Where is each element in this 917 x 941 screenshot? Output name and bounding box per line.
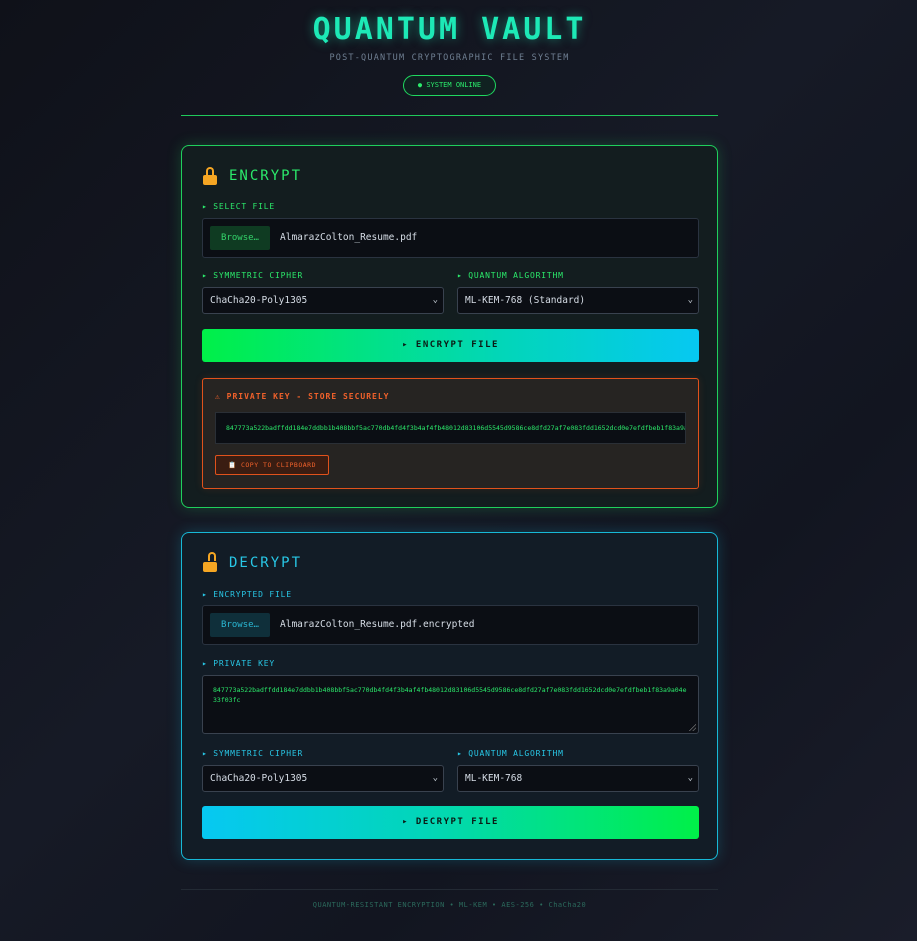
decrypt-algorithm-select[interactable]: ML-KEM-768 ⌄ <box>457 765 699 792</box>
page-subtitle: POST-QUANTUM CRYPTOGRAPHIC FILE SYSTEM <box>329 53 570 63</box>
encrypt-algorithm-label: ▸ QUANTUM ALGORITHM <box>457 271 564 280</box>
encrypt-panel: ENCRYPT ▸ SELECT FILE Browse… AlmarazCol… <box>181 145 718 508</box>
decrypt-algorithm-value: ML-KEM-768 <box>465 773 523 784</box>
encrypt-algorithm-select[interactable]: ML-KEM-768 (Standard) ⌄ <box>457 287 699 314</box>
private-key-textarea[interactable]: 847773a522badffdd184e7ddbb1b408bbf5ac770… <box>202 675 699 734</box>
encrypt-file-input[interactable]: Browse… AlmarazColton_Resume.pdf <box>202 218 699 258</box>
chevron-down-icon: ⌄ <box>432 773 438 783</box>
encrypt-cipher-value: ChaCha20-Poly1305 <box>210 295 308 306</box>
lock-icon <box>203 167 217 185</box>
status-badge: ● SYSTEM ONLINE <box>403 75 496 96</box>
select-file-label: ▸ SELECT FILE <box>202 202 276 211</box>
decrypt-title: DECRYPT <box>229 555 303 571</box>
decrypt-algorithm-label: ▸ QUANTUM ALGORITHM <box>457 749 564 758</box>
chevron-down-icon: ⌄ <box>687 773 693 783</box>
footer-divider <box>181 889 718 890</box>
encrypt-cipher-select[interactable]: ChaCha20-Poly1305 ⌄ <box>202 287 444 314</box>
encrypt-file-name: AlmarazColton_Resume.pdf <box>280 232 418 243</box>
decrypt-cipher-label: ▸ SYMMETRIC CIPHER <box>202 749 304 758</box>
resize-handle-icon[interactable] <box>689 724 696 731</box>
decrypt-file-button[interactable]: ▸ DECRYPT FILE <box>202 806 699 839</box>
encrypt-title: ENCRYPT <box>229 168 303 184</box>
encrypt-algorithm-value: ML-KEM-768 (Standard) <box>465 295 586 306</box>
decrypt-browse-button[interactable]: Browse… <box>210 613 270 637</box>
decrypt-file-input[interactable]: Browse… AlmarazColton_Resume.pdf.encrypt… <box>202 605 699 645</box>
decrypt-cipher-value: ChaCha20-Poly1305 <box>210 773 308 784</box>
page-title: QUANTUM VAULT <box>312 12 587 47</box>
chevron-down-icon: ⌄ <box>432 295 438 305</box>
decrypt-header: DECRYPT <box>203 552 303 573</box>
encrypt-file-button[interactable]: ▸ ENCRYPT FILE <box>202 329 699 362</box>
private-key-textarea-value: 847773a522badffdd184e7ddbb1b408bbf5ac770… <box>213 686 687 704</box>
private-key-label: ▸ PRIVATE KEY <box>202 659 276 668</box>
chevron-down-icon: ⌄ <box>687 295 693 305</box>
private-key-box: ⚠ PRIVATE KEY - STORE SECURELY 847773a52… <box>202 378 699 489</box>
encrypt-browse-button[interactable]: Browse… <box>210 226 270 250</box>
decrypt-file-name: AlmarazColton_Resume.pdf.encrypted <box>280 619 475 630</box>
unlock-icon <box>203 552 217 572</box>
private-key-value[interactable]: 847773a522badffdd184e7ddbb1b408bbf5ac770… <box>215 412 686 444</box>
decrypt-cipher-select[interactable]: ChaCha20-Poly1305 ⌄ <box>202 765 444 792</box>
footer-text: QUANTUM-RESISTANT ENCRYPTION • ML-KEM • … <box>312 901 587 909</box>
private-key-warning: ⚠ PRIVATE KEY - STORE SECURELY <box>215 392 390 401</box>
encrypt-header: ENCRYPT <box>203 166 302 186</box>
encrypt-cipher-label: ▸ SYMMETRIC CIPHER <box>202 271 304 280</box>
header-divider <box>181 115 718 116</box>
decrypt-panel: DECRYPT ▸ ENCRYPTED FILE Browse… Almaraz… <box>181 532 718 860</box>
encrypted-file-label: ▸ ENCRYPTED FILE <box>202 590 292 599</box>
copy-to-clipboard-button[interactable]: 📋 COPY TO CLIPBOARD <box>215 455 329 475</box>
